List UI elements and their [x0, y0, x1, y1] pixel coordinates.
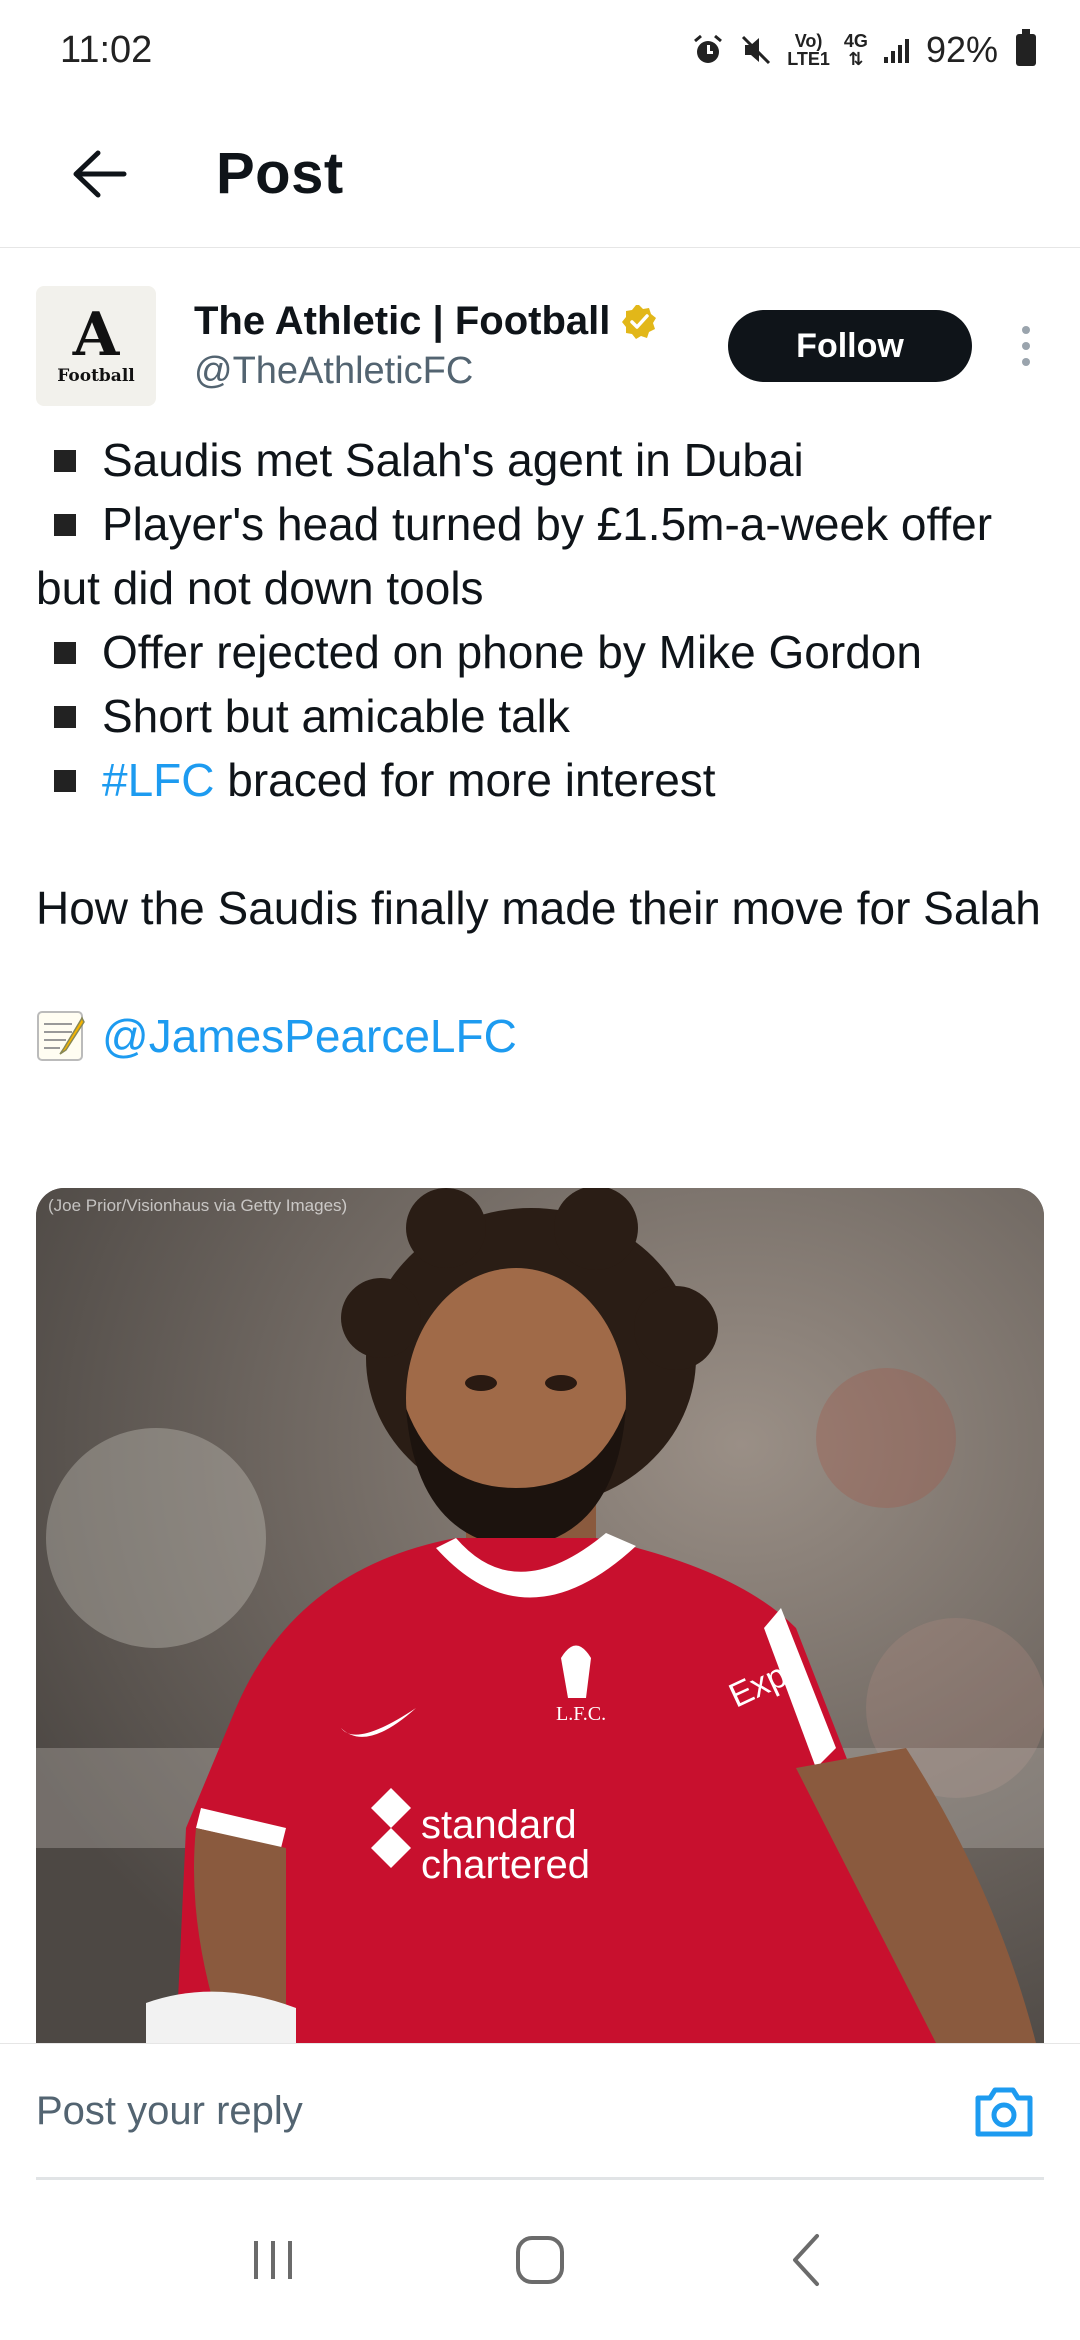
image-credit: (Joe Prior/Visionhaus via Getty Images) [48, 1196, 348, 1215]
network-type: 4G ⇅ [843, 31, 868, 69]
avatar[interactable]: A Football [36, 286, 156, 406]
bullet-item: Short but amicable talk [36, 684, 1046, 748]
back-button[interactable] [40, 114, 160, 234]
system-back-button[interactable] [747, 2200, 867, 2320]
bullet-square-icon [54, 770, 76, 792]
follow-button[interactable]: Follow [728, 310, 972, 382]
mention-link[interactable]: @JamesPearceLFC [102, 1010, 517, 1062]
sponsor-line2: chartered [421, 1843, 590, 1887]
player-photo: L.F.C. standard chartered Exp [36, 1188, 1044, 2043]
bullet-square-icon [54, 706, 76, 728]
chevron-left-icon [792, 2234, 819, 2286]
bullet-text: Player's head turned by £1.5m-a-week off… [36, 498, 993, 614]
bullet-square-icon [54, 514, 76, 536]
mute-icon [742, 35, 771, 65]
volte-label: Vo) [794, 31, 823, 51]
lte-label: LTE1 [787, 49, 830, 69]
more-dot-icon [1022, 326, 1030, 334]
post-image[interactable]: L.F.C. standard chartered Exp (Joe Prior… [36, 1188, 1044, 2043]
reply-input[interactable] [36, 2044, 956, 2178]
battery-percent: 92% [925, 29, 998, 70]
mention-line: @JamesPearceLFC [36, 1004, 1046, 1068]
page-title: Post [216, 141, 344, 206]
avatar-letter: A [72, 300, 120, 370]
reply-bar [0, 2043, 1080, 2180]
display-name[interactable]: The Athletic | Football [194, 299, 610, 344]
bullet-text: Short but amicable talk [102, 690, 570, 742]
system-nav-bar [0, 2180, 1080, 2340]
bullet-item: #LFC braced for more interest [36, 748, 1046, 812]
crest-label: L.F.C. [556, 1703, 606, 1725]
author-names: The Athletic | Football @TheAthleticFC [194, 299, 728, 393]
recent-apps-button[interactable] [213, 2200, 333, 2320]
bullet-item: Offer rejected on phone by Mike Gordon [36, 620, 1046, 684]
volte-indicator: Vo) LTE1 [787, 32, 830, 68]
network-type-label: 4G [843, 31, 868, 51]
battery-icon [1016, 29, 1036, 66]
author-handle[interactable]: @TheAthleticFC [194, 350, 728, 393]
more-options-button[interactable] [1006, 310, 1046, 382]
more-dot-icon [1022, 342, 1030, 350]
post-headline: How the Saudis finally made their move f… [36, 882, 1041, 934]
home-button[interactable] [480, 2200, 600, 2320]
status-bar: 11:02 Vo) LTE1 4G ⇅ 92% [0, 0, 1080, 100]
status-time: 11:02 [60, 28, 153, 71]
app-header: Post [0, 100, 1080, 248]
verified-badge-icon [622, 304, 657, 339]
post-author-row: A Football The Athletic | Football @TheA… [36, 286, 1046, 406]
signal-icon [883, 39, 909, 63]
post-text: Saudis met Salah's agent in Dubai Player… [36, 428, 1046, 1068]
home-icon [515, 2236, 564, 2284]
avatar-label: Football [57, 366, 135, 386]
memo-icon [37, 1011, 85, 1061]
bullet-square-icon [54, 450, 76, 472]
more-dot-icon [1022, 358, 1030, 366]
alarm-icon [694, 34, 723, 63]
hashtag-link[interactable]: #LFC [102, 754, 214, 806]
camera-button[interactable] [972, 2080, 1036, 2144]
bullet-item: Saudis met Salah's agent in Dubai [36, 428, 1046, 492]
bullet-item: Player's head turned by £1.5m-a-week off… [36, 492, 1046, 620]
camera-icon [975, 2087, 1033, 2137]
status-icons: Vo) LTE1 4G ⇅ 92% [691, 29, 1036, 71]
bullet-text: Offer rejected on phone by Mike Gordon [102, 626, 922, 678]
arrow-left-icon [73, 150, 127, 197]
recent-apps-icon [254, 2241, 293, 2279]
bullet-square-icon [54, 642, 76, 664]
sponsor-line1: standard [421, 1803, 577, 1847]
bullet-text: Saudis met Salah's agent in Dubai [102, 434, 804, 486]
bullet-text: braced for more interest [214, 754, 716, 806]
author-name-row: The Athletic | Football [194, 299, 728, 344]
